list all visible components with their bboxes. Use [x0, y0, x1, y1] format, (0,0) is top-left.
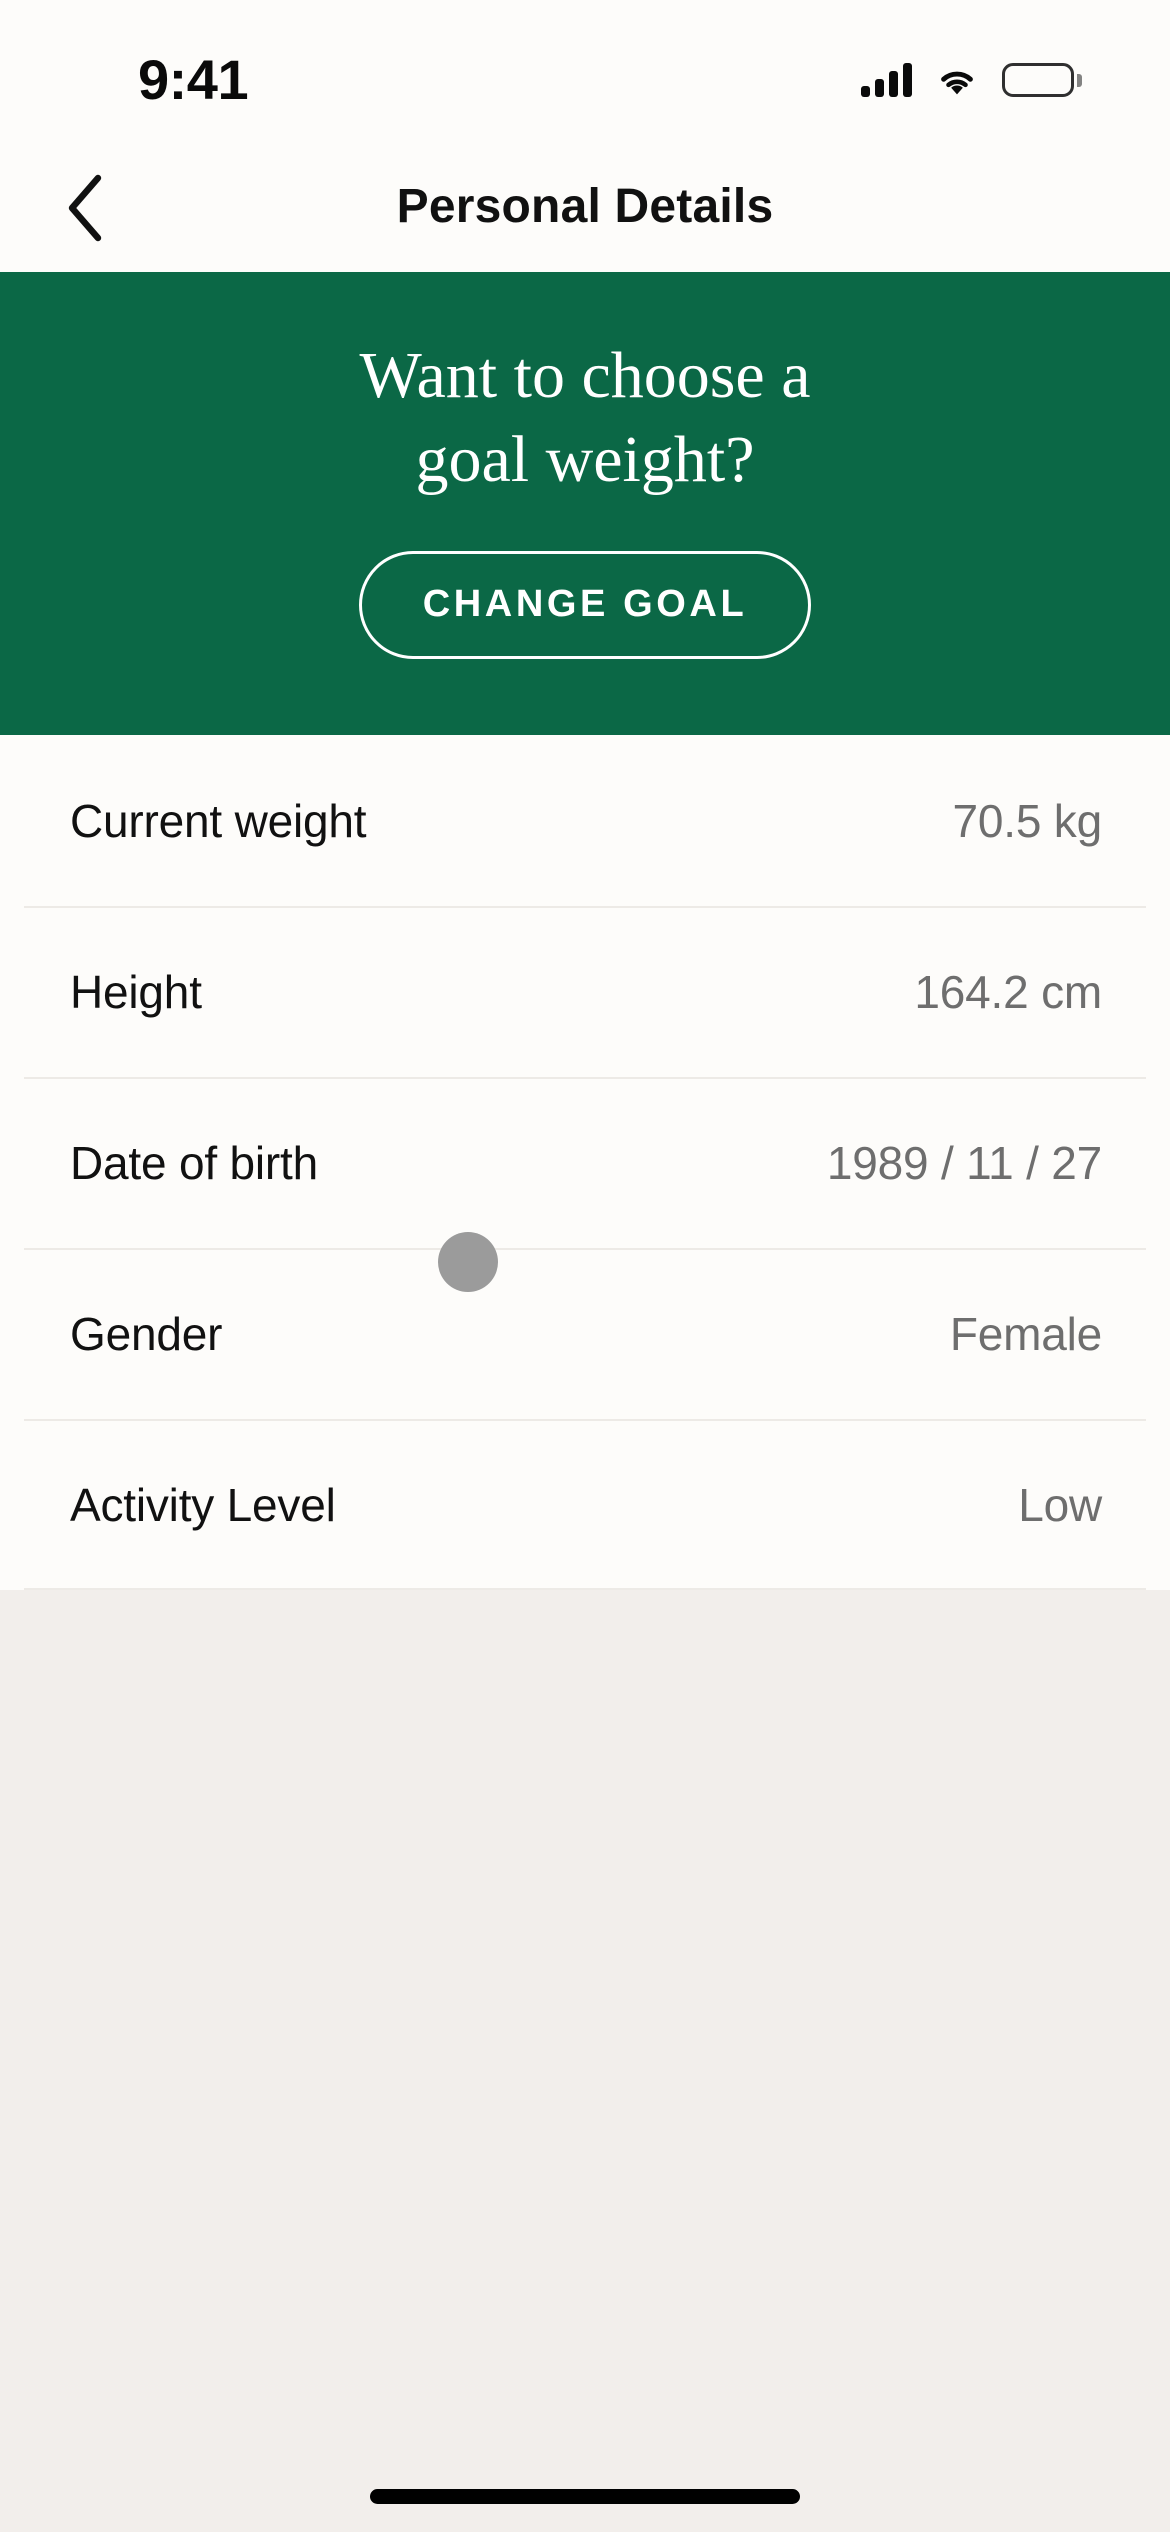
- battery-full-icon: [1002, 63, 1082, 97]
- home-indicator[interactable]: [370, 2489, 800, 2504]
- detail-row-height[interactable]: Height 164.2 cm: [0, 906, 1170, 1077]
- change-goal-button[interactable]: CHANGE GOAL: [359, 550, 811, 659]
- chevron-left-icon: [68, 174, 102, 242]
- promo-title-line-2: goal weight?: [415, 423, 755, 497]
- detail-row-current-weight[interactable]: Current weight 70.5 kg: [0, 735, 1170, 906]
- navigation-header: Personal Details: [0, 140, 1170, 272]
- detail-value: Low: [1018, 1478, 1102, 1531]
- detail-row-gender[interactable]: Gender Female: [0, 1248, 1170, 1419]
- detail-row-date-of-birth[interactable]: Date of birth 1989 / 11 / 27: [0, 1077, 1170, 1248]
- back-button[interactable]: [44, 166, 128, 250]
- detail-label: Height: [70, 965, 202, 1018]
- detail-label: Current weight: [70, 794, 367, 847]
- detail-row-activity-level[interactable]: Activity Level Low: [0, 1419, 1170, 1590]
- cellular-signal-icon: [861, 63, 912, 97]
- status-bar-time: 9:41: [138, 47, 249, 111]
- page-background-area: [0, 1594, 1170, 2532]
- page-title: Personal Details: [396, 179, 774, 233]
- detail-value: 164.2 cm: [914, 965, 1102, 1018]
- personal-details-list: Current weight 70.5 kg Height 164.2 cm D…: [0, 735, 1170, 1590]
- detail-label: Activity Level: [70, 1478, 336, 1531]
- app-screen: 9:41 Personal Details Want to choose a g…: [0, 0, 1170, 2532]
- promo-title-line-1: Want to choose a: [359, 339, 811, 412]
- promo-title: Want to choose a goal weight?: [359, 334, 810, 503]
- detail-value: Female: [949, 1307, 1102, 1360]
- status-bar-icons: [861, 63, 1082, 97]
- status-bar: 9:41: [0, 0, 1170, 140]
- detail-label: Date of birth: [70, 1136, 318, 1189]
- wifi-icon: [934, 63, 980, 97]
- tap-indicator: [438, 1232, 498, 1292]
- goal-weight-promo-banner: Want to choose a goal weight? CHANGE GOA…: [0, 272, 1170, 735]
- detail-value: 1989 / 11 / 27: [826, 1136, 1102, 1189]
- detail-value: 70.5 kg: [952, 794, 1103, 847]
- detail-label: Gender: [70, 1307, 223, 1360]
